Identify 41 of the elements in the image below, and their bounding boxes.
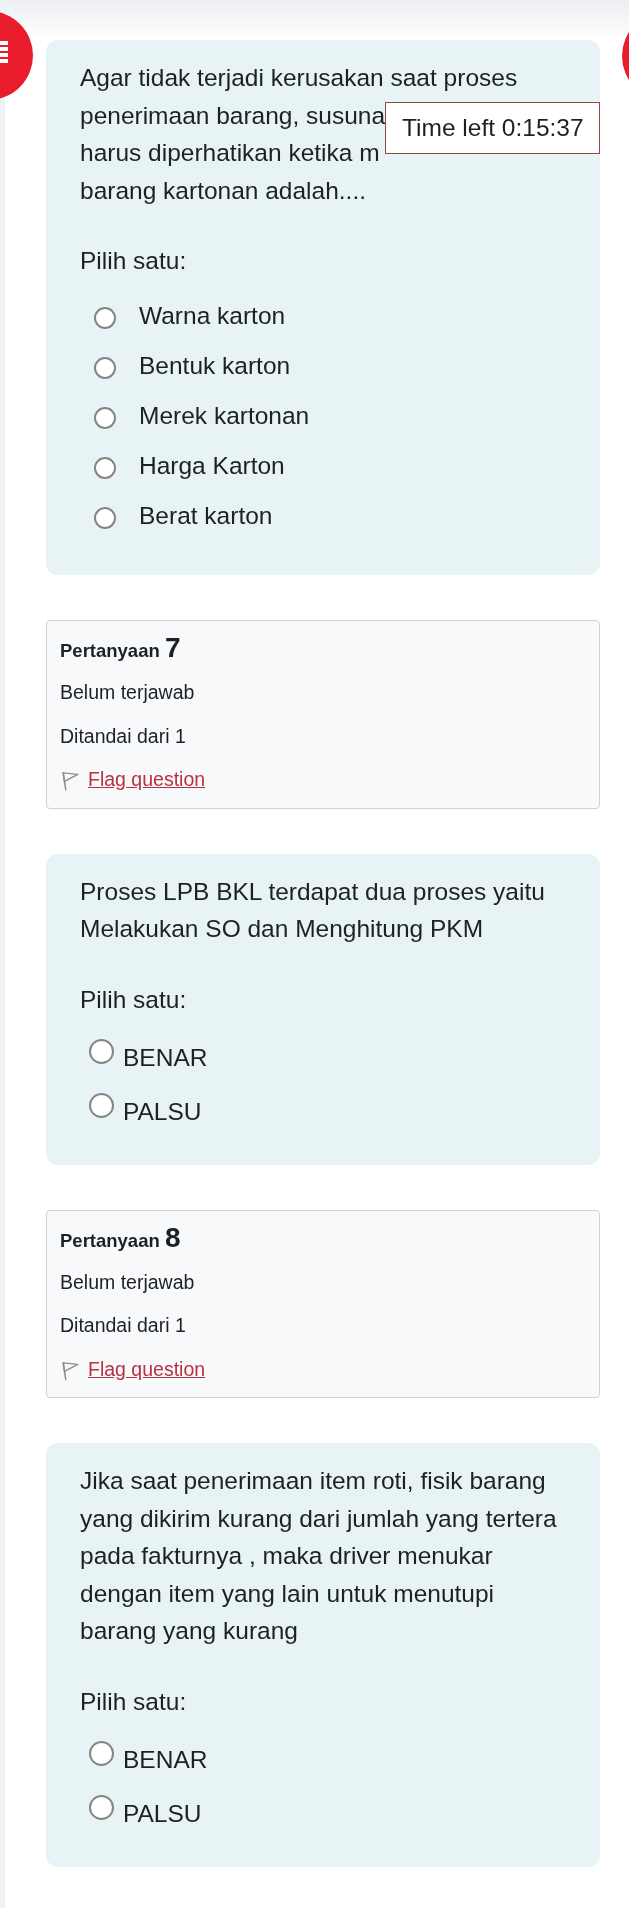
radio-button[interactable]: [94, 456, 116, 479]
side-button[interactable]: [622, 31, 629, 80]
radio-button[interactable]: [94, 356, 116, 379]
option-label[interactable]: Bentuk karton: [139, 346, 291, 384]
question-number-heading: Pertanyaan 8: [60, 1224, 181, 1256]
marks-text: Ditandai dari 1: [60, 723, 186, 749]
flag-icon[interactable]: [61, 770, 79, 791]
radio-button[interactable]: [94, 506, 116, 529]
option-label[interactable]: PALSU: [123, 1795, 202, 1833]
question-text: penerimaan barang, susuna: [80, 100, 386, 131]
question-text: Jika saat penerimaan item roti, fisik barang yang dikirim kurang dari jumlah yang tertera pada fakturnya , maka driver menukar dengan item yang lain untuk menutupi barang yang kurang: [80, 1466, 558, 1647]
list-icon: [0, 41, 8, 63]
drawer-button[interactable]: [0, 11, 33, 100]
prompt-label: Pilih satu:: [80, 246, 187, 276]
option-label[interactable]: Harga Karton: [139, 446, 285, 484]
option-label[interactable]: Berat karton: [139, 496, 273, 534]
flag-question-link[interactable]: Flag question: [88, 1354, 206, 1384]
radio-button[interactable]: [94, 306, 116, 329]
option-label[interactable]: BENAR: [123, 1039, 208, 1077]
prompt-label: Pilih satu:: [80, 984, 187, 1015]
status-text: Belum terjawab: [60, 1270, 195, 1296]
option-label[interactable]: Merek kartonan: [139, 396, 310, 434]
question-number-heading: Pertanyaan 7: [60, 634, 181, 666]
question-text: harus diperhatikan ketika m: [80, 138, 380, 168]
radio-button[interactable]: [89, 1093, 114, 1119]
timer: Time left 0:15:37: [385, 102, 600, 154]
question-text: Proses LPB BKL terdapat dua proses yaitu Melakukan SO dan Menghitung PKM: [80, 876, 546, 945]
question-text: Agar tidak terjadi kerusakan saat proses: [80, 63, 518, 93]
flag-question-link[interactable]: Flag question: [88, 764, 206, 795]
status-text: Belum terjawab: [60, 680, 195, 706]
radio-button[interactable]: [89, 1795, 114, 1821]
option-label[interactable]: BENAR: [123, 1741, 208, 1779]
marks-text: Ditandai dari 1: [60, 1313, 186, 1339]
option-label[interactable]: Warna karton: [139, 296, 286, 334]
prompt-label: Pilih satu:: [80, 1686, 187, 1717]
question-text: barang kartonan adalah....: [80, 175, 367, 206]
flag-icon[interactable]: [61, 1360, 79, 1381]
radio-button[interactable]: [89, 1741, 114, 1767]
radio-button[interactable]: [94, 406, 116, 429]
radio-button[interactable]: [89, 1039, 114, 1065]
option-label[interactable]: PALSU: [123, 1093, 202, 1131]
